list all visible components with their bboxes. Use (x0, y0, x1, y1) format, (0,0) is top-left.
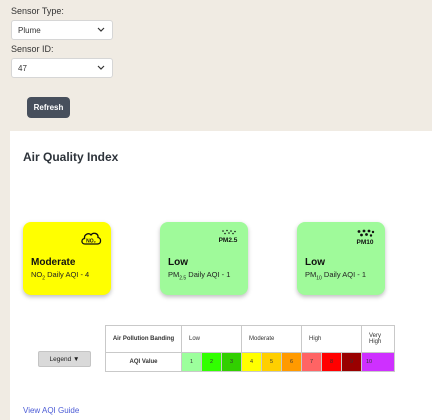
aqi-value-cell: 10 (361, 352, 395, 372)
sensor-type-label: Sensor Type: (11, 6, 64, 16)
aqi-card-no2: NO₂ Moderate NO2 Daily AQI - 4 (23, 222, 111, 295)
aqi-value-cell: 5 (261, 352, 282, 372)
value-header: AQI Value (105, 352, 182, 372)
sensor-type-value: Plume (18, 26, 41, 35)
aqi-panel: Air Quality Index NO₂ Moderate NO2 Daily… (10, 131, 432, 420)
sensor-type-select[interactable]: Plume (11, 20, 113, 40)
card-subtitle: PM10 Daily AQI - 1 (305, 270, 366, 282)
card-level: Low (168, 257, 188, 268)
legend-band-row: Air Pollution Banding Low Moderate High … (105, 325, 395, 353)
aqi-value-cell: 1 (181, 352, 202, 372)
svg-text:NO₂: NO₂ (86, 239, 96, 245)
pm10-icon: PM10 (357, 229, 375, 246)
view-aqi-guide-link[interactable]: View AQI Guide (23, 406, 79, 415)
panel-title: Air Quality Index (23, 150, 119, 164)
legend-toggle-button[interactable]: Legend ▼ (38, 351, 91, 367)
sensor-id-label: Sensor ID: (11, 44, 54, 54)
chevron-down-icon (97, 27, 105, 32)
no2-cloud-icon: NO₂ (81, 232, 102, 245)
aqi-card-pm25: PM2.5 Low PM2.5 Daily AQI - 1 (160, 222, 248, 295)
pm25-icon: PM2.5 (219, 229, 238, 244)
legend-value-row: AQI Value 1 2 3 4 5 6 7 8 9 10 (105, 352, 395, 372)
aqi-value-cell: 7 (301, 352, 322, 372)
card-subtitle: PM2.5 Daily AQI - 1 (168, 270, 231, 282)
sensor-id-select[interactable]: 47 (11, 58, 113, 78)
chevron-down-icon (97, 65, 105, 70)
svg-text:PM10: PM10 (357, 239, 374, 246)
aqi-value-cell: 8 (321, 352, 342, 372)
aqi-card-pm10: PM10 Low PM10 Daily AQI - 1 (297, 222, 385, 295)
band-high: High (301, 325, 362, 353)
card-level: Low (305, 257, 325, 268)
band-very-high: Very High (361, 325, 395, 353)
aqi-value-cell: 9 (341, 352, 362, 372)
band-low: Low (181, 325, 242, 353)
sensor-id-value: 47 (18, 64, 27, 73)
card-subtitle: NO2 Daily AQI - 4 (31, 270, 90, 282)
aqi-legend-table: Air Pollution Banding Low Moderate High … (105, 325, 395, 372)
sensor-form: Sensor Type: Plume Sensor ID: 47 Refresh (0, 0, 432, 130)
aqi-value-cell: 4 (241, 352, 262, 372)
band-moderate: Moderate (241, 325, 302, 353)
refresh-button[interactable]: Refresh (27, 97, 70, 118)
aqi-value-cell: 2 (201, 352, 222, 372)
svg-text:PM2.5: PM2.5 (219, 237, 238, 244)
aqi-value-cell: 6 (281, 352, 302, 372)
card-level: Moderate (31, 257, 76, 268)
aqi-value-cell: 3 (221, 352, 242, 372)
banding-header: Air Pollution Banding (105, 325, 182, 353)
